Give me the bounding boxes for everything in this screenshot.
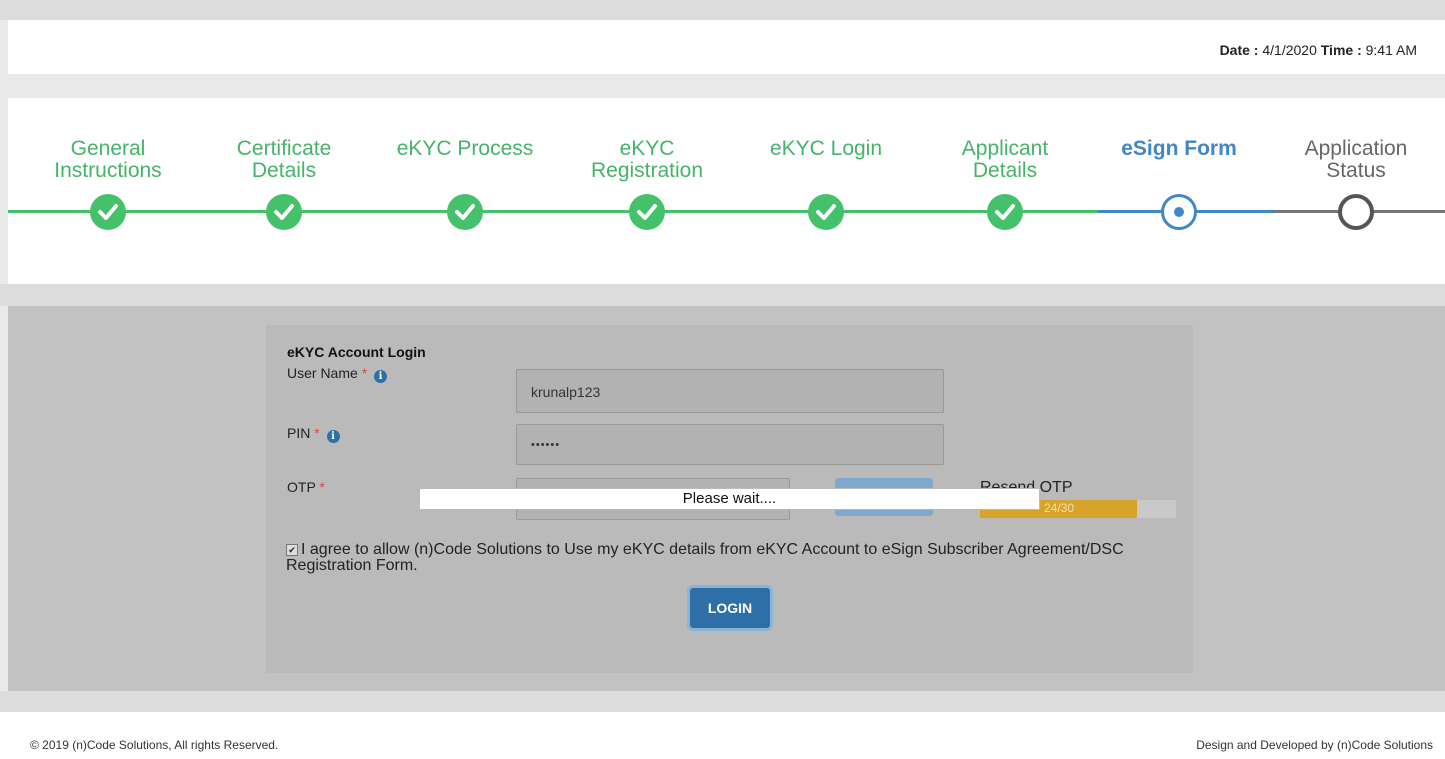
background-strip [0,0,1445,20]
background-strip [0,691,1445,712]
step-label-line2: Registration [590,159,704,182]
info-icon[interactable]: i [374,370,388,383]
step-label-line1: eKYC [619,137,675,160]
agree-text: I agree to allow (n)Code Solutions to Us… [286,541,1124,574]
step-node-active [1161,194,1197,230]
step-label-line2: Status [1326,159,1386,182]
footer-copyright: © 2019 (n)Code Solutions, All rights Res… [30,738,279,752]
date-label: Date : [1219,42,1259,58]
check-icon [637,204,657,220]
time-label: Time : [1320,42,1362,58]
step-general-instructions: General Instructions [33,138,183,182]
login-button[interactable]: LOGIN [690,588,770,628]
step-ekyc-process: eKYC Process [390,138,540,160]
step-label-line2: Details [972,159,1038,182]
agree-consent: ✔ I agree to allow (n)Code Solutions to U… [286,542,1126,574]
info-icon[interactable]: i [326,430,340,443]
otp-label-text: OTP [287,479,316,495]
pin-input[interactable]: •••••• [516,424,944,465]
check-icon [274,204,294,220]
step-label-line1: eSign Form [1121,137,1237,160]
required-mark: * [314,425,320,441]
otp-label: OTP * [287,479,325,495]
please-wait-overlay: Please wait.... [419,488,1040,510]
check-icon [455,204,475,220]
footer: © 2019 (n)Code Solutions, All rights Res… [0,712,1445,759]
step-application-status: Application Status [1281,138,1431,182]
step-node-done [808,194,844,230]
step-label-line1: eKYC Login [769,137,883,160]
step-node-done [629,194,665,230]
step-node-done [987,194,1023,230]
step-ekyc-registration: eKYC Registration [572,138,722,182]
time-value: 9:41 AM [1365,42,1417,58]
footer-credit: Design and Developed by (n)Code Solution… [1196,738,1433,752]
panel-title: eKYC Account Login [287,344,426,360]
step-node-done [266,194,302,230]
background-strip [0,284,1445,306]
step-label-line1: Certificate [236,137,332,160]
pin-label-text: PIN [287,425,311,441]
step-esign-form: eSign Form [1104,138,1254,160]
track-done [8,210,1098,213]
check-icon [995,204,1015,220]
username-label: User Name * i [287,365,388,383]
step-node-done [447,194,483,230]
date-time: Date : 4/1/2020 Time : 9:41 AM [1220,42,1417,58]
step-label-line1: Applicant [961,137,1049,160]
username-input[interactable]: krunalp123 [516,369,944,413]
step-ekyc-login: eKYC Login [751,138,901,160]
date-value: 4/1/2020 [1262,42,1317,58]
step-label-line1: General [70,137,146,160]
step-label-line1: Application [1304,137,1408,160]
step-node-done [90,194,126,230]
step-label-line2: Instructions [54,159,162,182]
progress-stepper: General Instructions Certificate Details… [8,98,1445,284]
step-label-line1: eKYC Process [396,137,534,160]
step-label-line2: Details [251,159,317,182]
top-bar: Date : 4/1/2020 Time : 9:41 AM [8,20,1445,74]
pin-label: PIN * i [287,425,340,443]
check-icon [816,204,836,220]
step-node-pending [1338,194,1374,230]
agree-checkbox[interactable]: ✔ [286,544,298,556]
step-applicant-details: Applicant Details [930,138,1080,182]
check-icon [98,204,118,220]
required-mark: * [319,479,325,495]
username-label-text: User Name [287,365,358,381]
step-certificate-details: Certificate Details [209,138,359,182]
otp-timer-text: 24/30 [1044,501,1075,515]
required-mark: * [361,365,368,381]
